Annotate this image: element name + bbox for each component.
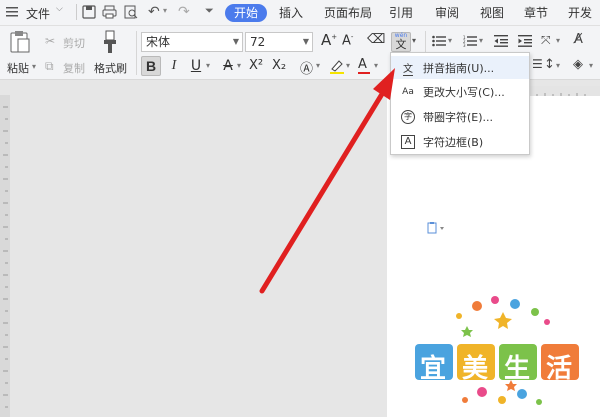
clipart-char-1: 宜	[420, 354, 447, 384]
menu-item-label: 字符边框(B)	[423, 135, 484, 149]
menu-item-label: 拼音指南(U)...	[423, 61, 495, 75]
print-icon[interactable]	[102, 5, 117, 22]
font-color-icon[interactable]: A	[358, 57, 370, 74]
line-spacing-icon[interactable]: ↕	[544, 57, 555, 72]
bold-button[interactable]: B	[141, 56, 161, 76]
paste-options-icon[interactable]	[427, 222, 447, 237]
redo-icon[interactable]: ↷	[178, 4, 190, 20]
copy-button[interactable]: 复制	[63, 60, 85, 76]
clipart-char-2: 美	[462, 354, 489, 384]
format-painter-button[interactable]: 格式刷	[94, 60, 127, 76]
grow-font-icon[interactable]: A+	[321, 31, 337, 49]
shading-dropdown-icon[interactable]: ▾	[589, 61, 593, 70]
pinyin-icon: 文	[401, 61, 415, 76]
enclosed-char-icon: 字	[401, 109, 415, 124]
text-effect-dropdown-icon[interactable]: ▾	[316, 61, 320, 70]
font-color-dropdown-icon[interactable]: ▾	[374, 61, 378, 70]
underline-button[interactable]: U	[186, 56, 206, 76]
paragraph-marks-icon[interactable]: A̸	[574, 32, 583, 47]
paste-button[interactable]: 粘贴	[7, 60, 29, 76]
format-painter-icon[interactable]	[101, 30, 119, 57]
tab-developer[interactable]: 开发工	[568, 4, 600, 38]
customize-toolbar-icon[interactable]: ⏷	[205, 4, 214, 18]
tab-chapter[interactable]: 章节	[524, 4, 548, 22]
text-effect-icon[interactable]: Ⓐ	[300, 58, 313, 77]
top-bar: 文件 ⌵ ↶ ▾ ↷ ⏷ 开始 插入 页面布局 引用 审阅 视图 章节 开发工	[0, 0, 600, 38]
tab-review[interactable]: 审阅	[435, 4, 459, 22]
increase-indent-icon[interactable]	[518, 35, 532, 50]
copy-icon[interactable]: ⧉	[45, 59, 54, 74]
clear-format-icon[interactable]: ⌫	[367, 32, 385, 47]
numbering-dropdown-icon[interactable]: ▾	[479, 36, 483, 45]
align-justify-icon[interactable]: ☰	[532, 57, 543, 71]
highlight-icon[interactable]	[329, 58, 345, 77]
font-name-value: 宋体	[146, 35, 171, 49]
underline-dropdown-icon[interactable]: ▾	[206, 61, 210, 70]
print-preview-icon[interactable]	[124, 5, 138, 22]
decorative-clipart[interactable]: 宜 美 生 活	[407, 292, 597, 417]
menu-item-pinyin-guide[interactable]: 文 拼音指南(U)...	[391, 56, 529, 79]
ruler-corner	[0, 80, 10, 95]
char-border-icon: A	[401, 134, 415, 149]
pinyin-guide-button[interactable]: wén 文	[391, 32, 411, 52]
tab-page-layout[interactable]: 页面布局	[324, 4, 372, 22]
vertical-ruler	[0, 95, 10, 417]
menu-item-label: 带圈字符(E)...	[423, 110, 494, 124]
chevron-down-icon: ▼	[302, 37, 309, 46]
highlight-dropdown-icon[interactable]: ▾	[346, 61, 350, 70]
font-name-select[interactable]: 宋体 ▼	[141, 32, 243, 52]
svg-text:3: 3	[463, 43, 466, 47]
clipart-char-3: 生	[504, 354, 531, 384]
undo-dropdown-icon[interactable]: ▾	[163, 6, 167, 15]
cut-button[interactable]: 剪切	[63, 35, 85, 51]
shrink-font-icon[interactable]: A-	[342, 33, 353, 48]
decrease-indent-icon[interactable]	[494, 35, 508, 50]
clipart-char-4: 活	[546, 354, 573, 384]
text-direction-icon[interactable]: ⤧	[541, 33, 551, 48]
pinyin-dropdown-icon[interactable]: ▾	[412, 36, 416, 45]
superscript-button[interactable]: X²	[249, 58, 263, 73]
chevron-down-icon: ▼	[232, 37, 239, 46]
strikethrough-button[interactable]: A	[218, 56, 238, 76]
tab-home[interactable]: 开始	[225, 4, 268, 22]
line-spacing-dropdown-icon[interactable]: ▾	[556, 61, 560, 70]
menu-item-change-case[interactable]: Aa 更改大小写(C)...	[391, 80, 529, 103]
tab-insert[interactable]: 插入	[279, 4, 303, 22]
menu-item-label: 更改大小写(C)...	[423, 85, 505, 99]
italic-button[interactable]: I	[164, 56, 184, 76]
bullet-list-icon[interactable]	[432, 35, 446, 50]
chevron-down-icon: ⌵	[56, 4, 63, 14]
menu-item-character-border[interactable]: A 字符边框(B)	[391, 130, 529, 153]
shading-icon[interactable]: ◈	[573, 57, 583, 72]
font-size-value: 72	[250, 35, 266, 49]
strikethrough-dropdown-icon[interactable]: ▾	[237, 61, 241, 70]
paste-icon[interactable]	[9, 30, 31, 57]
file-menu[interactable]: 文件	[26, 5, 50, 22]
font-size-select[interactable]: 72 ▼	[245, 32, 313, 52]
numbered-list-icon[interactable]: 123	[463, 35, 477, 50]
hamburger-icon[interactable]	[6, 6, 18, 21]
menu-item-enclosed-characters[interactable]: 字 带圈字符(E)...	[391, 105, 529, 128]
bullet-dropdown-icon[interactable]: ▾	[448, 36, 452, 45]
save-icon[interactable]	[82, 5, 96, 22]
change-case-icon: Aa	[402, 86, 414, 97]
undo-icon[interactable]: ↶	[148, 4, 160, 20]
pinyin-char: 文	[395, 38, 407, 51]
paste-dropdown-icon[interactable]: ▾	[32, 62, 36, 71]
subscript-button[interactable]: X₂	[272, 58, 286, 73]
text-direction-dropdown-icon[interactable]: ▾	[556, 36, 560, 45]
character-menu-dropdown: 文 拼音指南(U)... Aa 更改大小写(C)... 字 带圈字符(E)...…	[390, 52, 530, 155]
tab-view[interactable]: 视图	[480, 4, 504, 22]
tab-references[interactable]: 引用	[389, 4, 413, 22]
scissors-icon[interactable]: ✂	[45, 34, 55, 48]
